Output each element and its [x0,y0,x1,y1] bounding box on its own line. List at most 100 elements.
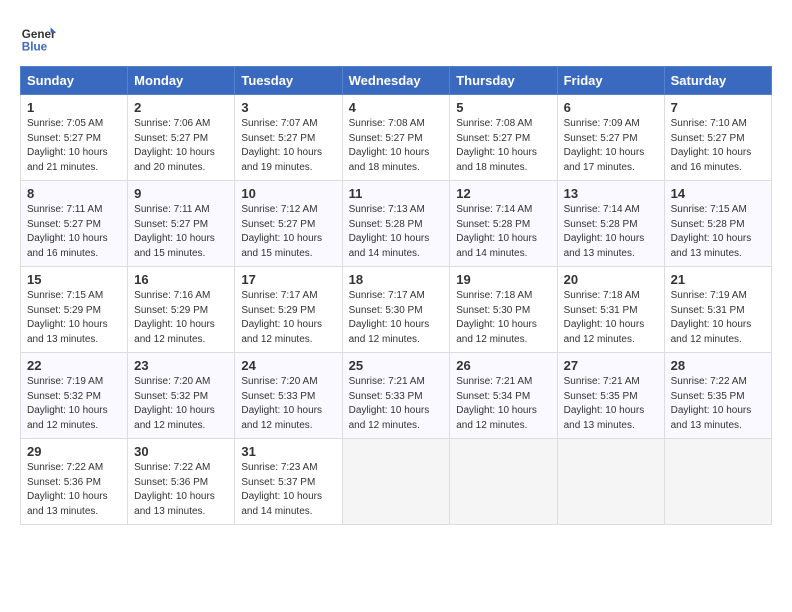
day-number: 6 [564,100,658,115]
logo-icon: General Blue [20,20,56,56]
cell-info: Sunrise: 7:17 AMSunset: 5:30 PMDaylight:… [349,289,444,347]
day-number: 14 [671,186,765,201]
empty-cell [664,439,771,525]
day-number: 18 [349,272,444,287]
cell-info: Sunrise: 7:15 AMSunset: 5:29 PMDaylight:… [27,289,121,347]
cell-info: Sunrise: 7:13 AMSunset: 5:28 PMDaylight:… [349,203,444,261]
cell-info: Sunrise: 7:22 AMSunset: 5:35 PMDaylight:… [671,375,765,433]
cell-info: Sunrise: 7:19 AMSunset: 5:31 PMDaylight:… [671,289,765,347]
cell-info: Sunrise: 7:11 AMSunset: 5:27 PMDaylight:… [134,203,228,261]
day-number: 27 [564,358,658,373]
day-cell: 15Sunrise: 7:15 AMSunset: 5:29 PMDayligh… [21,267,128,353]
weekday-header-tuesday: Tuesday [235,67,342,95]
day-cell: 26 Sunrise: 7:21 AMSunset: 5:34 PMDayligh… [450,353,557,439]
empty-cell [450,439,557,525]
cell-info: Sunrise: 7:11 AMSunset: 5:27 PMDaylight:… [27,203,121,261]
day-number: 25 [349,358,444,373]
cell-info: Sunrise: 7:19 AMSunset: 5:32 PMDaylight:… [27,375,121,433]
day-cell: 1 Sunrise: 7:05 AMSunset: 5:27 PMDaylight… [21,95,128,181]
day-number: 9 [134,186,228,201]
day-number: 2 [134,100,228,115]
day-cell: 9 Sunrise: 7:11 AMSunset: 5:27 PMDaylight… [128,181,235,267]
cell-info: Sunrise: 7:14 AMSunset: 5:28 PMDaylight:… [456,203,550,261]
day-cell: 5Sunrise: 7:08 AMSunset: 5:27 PMDaylight… [450,95,557,181]
day-number: 13 [564,186,658,201]
day-cell: 25 Sunrise: 7:21 AMSunset: 5:33 PMDayligh… [342,353,450,439]
day-number: 30 [134,444,228,459]
cell-info: Sunrise: 7:20 AMSunset: 5:32 PMDaylight:… [134,375,228,433]
cell-info: Sunrise: 7:21 AMSunset: 5:35 PMDaylight:… [564,375,658,433]
day-cell: 29 Sunrise: 7:22 AMSunset: 5:36 PMDayligh… [21,439,128,525]
day-cell: 22 Sunrise: 7:19 AMSunset: 5:32 PMDayligh… [21,353,128,439]
day-cell: 24 Sunrise: 7:20 AMSunset: 5:33 PMDayligh… [235,353,342,439]
day-number: 19 [456,272,550,287]
day-cell: 14 Sunrise: 7:15 AMSunset: 5:28 PMDayligh… [664,181,771,267]
day-cell: 6 Sunrise: 7:09 AMSunset: 5:27 PMDaylight… [557,95,664,181]
day-number: 12 [456,186,550,201]
cell-info: Sunrise: 7:10 AMSunset: 5:27 PMDaylight:… [671,117,765,175]
day-number: 29 [27,444,121,459]
weekday-header-row: SundayMondayTuesdayWednesdayThursdayFrid… [21,67,772,95]
weekday-header-saturday: Saturday [664,67,771,95]
calendar-table: SundayMondayTuesdayWednesdayThursdayFrid… [20,66,772,525]
calendar-week-row: 29 Sunrise: 7:22 AMSunset: 5:36 PMDayligh… [21,439,772,525]
day-number: 16 [134,272,228,287]
weekday-header-thursday: Thursday [450,67,557,95]
day-cell: 23Sunrise: 7:20 AMSunset: 5:32 PMDayligh… [128,353,235,439]
svg-text:Blue: Blue [22,41,48,54]
day-number: 26 [456,358,550,373]
calendar-week-row: 22 Sunrise: 7:19 AMSunset: 5:32 PMDayligh… [21,353,772,439]
page-header: General Blue [20,20,772,56]
cell-info: Sunrise: 7:05 AMSunset: 5:27 PMDaylight:… [27,117,121,175]
day-cell: 3 Sunrise: 7:07 AMSunset: 5:27 PMDaylight… [235,95,342,181]
day-number: 1 [27,100,121,115]
cell-info: Sunrise: 7:20 AMSunset: 5:33 PMDaylight:… [241,375,335,433]
day-cell: 11 Sunrise: 7:13 AMSunset: 5:28 PMDayligh… [342,181,450,267]
empty-cell [557,439,664,525]
cell-info: Sunrise: 7:17 AMSunset: 5:29 PMDaylight:… [241,289,335,347]
cell-info: Sunrise: 7:08 AMSunset: 5:27 PMDaylight:… [349,117,444,175]
day-cell: 30 Sunrise: 7:22 AMSunset: 5:36 PMDayligh… [128,439,235,525]
weekday-header-wednesday: Wednesday [342,67,450,95]
cell-info: Sunrise: 7:12 AMSunset: 5:27 PMDaylight:… [241,203,335,261]
cell-info: Sunrise: 7:08 AMSunset: 5:27 PMDaylight:… [456,117,550,175]
cell-info: Sunrise: 7:21 AMSunset: 5:33 PMDaylight:… [349,375,444,433]
day-cell: 12 Sunrise: 7:14 AMSunset: 5:28 PMDayligh… [450,181,557,267]
day-number: 21 [671,272,765,287]
weekday-header-friday: Friday [557,67,664,95]
calendar-week-row: 8 Sunrise: 7:11 AMSunset: 5:27 PMDaylight… [21,181,772,267]
day-cell: 16 Sunrise: 7:16 AMSunset: 5:29 PMDayligh… [128,267,235,353]
day-number: 11 [349,186,444,201]
cell-info: Sunrise: 7:18 AMSunset: 5:31 PMDaylight:… [564,289,658,347]
weekday-header-monday: Monday [128,67,235,95]
day-cell: 4 Sunrise: 7:08 AMSunset: 5:27 PMDaylight… [342,95,450,181]
day-number: 22 [27,358,121,373]
cell-info: Sunrise: 7:18 AMSunset: 5:30 PMDaylight:… [456,289,550,347]
day-number: 4 [349,100,444,115]
cell-info: Sunrise: 7:09 AMSunset: 5:27 PMDaylight:… [564,117,658,175]
day-number: 24 [241,358,335,373]
day-cell: 18 Sunrise: 7:17 AMSunset: 5:30 PMDayligh… [342,267,450,353]
cell-info: Sunrise: 7:16 AMSunset: 5:29 PMDaylight:… [134,289,228,347]
day-number: 8 [27,186,121,201]
day-number: 28 [671,358,765,373]
day-cell: 28 Sunrise: 7:22 AMSunset: 5:35 PMDayligh… [664,353,771,439]
calendar-week-row: 15Sunrise: 7:15 AMSunset: 5:29 PMDayligh… [21,267,772,353]
cell-info: Sunrise: 7:15 AMSunset: 5:28 PMDaylight:… [671,203,765,261]
day-number: 7 [671,100,765,115]
calendar-week-row: 1 Sunrise: 7:05 AMSunset: 5:27 PMDaylight… [21,95,772,181]
day-number: 20 [564,272,658,287]
day-cell: 13 Sunrise: 7:14 AMSunset: 5:28 PMDayligh… [557,181,664,267]
day-cell: 10 Sunrise: 7:12 AMSunset: 5:27 PMDayligh… [235,181,342,267]
day-cell: 2Sunrise: 7:06 AMSunset: 5:27 PMDaylight… [128,95,235,181]
cell-info: Sunrise: 7:22 AMSunset: 5:36 PMDaylight:… [27,461,121,519]
day-cell: 21 Sunrise: 7:19 AMSunset: 5:31 PMDayligh… [664,267,771,353]
cell-info: Sunrise: 7:07 AMSunset: 5:27 PMDaylight:… [241,117,335,175]
cell-info: Sunrise: 7:14 AMSunset: 5:28 PMDaylight:… [564,203,658,261]
day-cell: 20 Sunrise: 7:18 AMSunset: 5:31 PMDayligh… [557,267,664,353]
cell-info: Sunrise: 7:23 AMSunset: 5:37 PMDaylight:… [241,461,335,519]
cell-info: Sunrise: 7:22 AMSunset: 5:36 PMDaylight:… [134,461,228,519]
cell-info: Sunrise: 7:21 AMSunset: 5:34 PMDaylight:… [456,375,550,433]
day-number: 10 [241,186,335,201]
day-number: 3 [241,100,335,115]
